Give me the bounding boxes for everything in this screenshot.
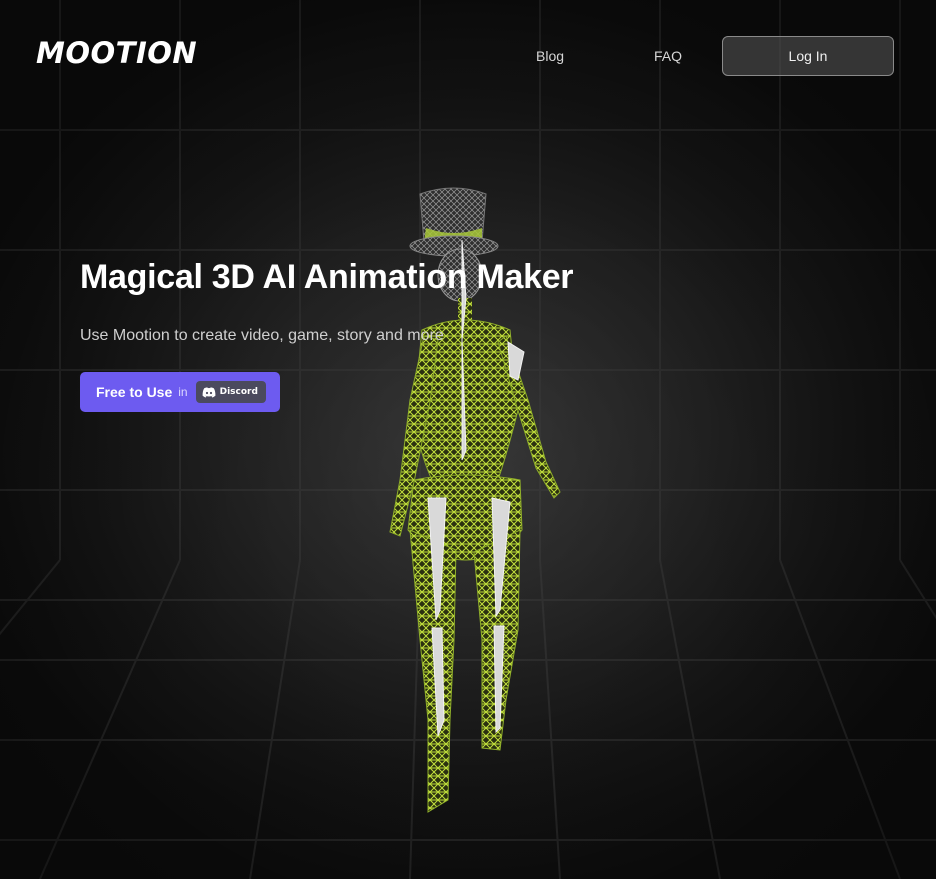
discord-label: Discord (219, 387, 258, 397)
discord-badge: Discord (195, 381, 266, 403)
top-nav: MOOTION Blog FAQ Log In (0, 0, 936, 112)
login-button[interactable]: Log In (722, 36, 894, 76)
hero-subtitle: Use Mootion to create video, game, story… (80, 327, 444, 344)
brand-logo[interactable]: MOOTION (36, 36, 197, 70)
discord-icon (202, 386, 216, 397)
cta-in-label: in (178, 385, 188, 399)
cta-label: Free to Use (96, 384, 173, 400)
free-to-use-button[interactable]: Free to Use in Discord (80, 372, 280, 412)
hero-title: Magical 3D AI Animation Maker (80, 258, 574, 296)
nav-link-blog[interactable]: Blog (536, 48, 564, 64)
nav-link-faq[interactable]: FAQ (654, 48, 682, 64)
hero-background: MOOTION Blog FAQ Log In Magical 3D AI An… (0, 0, 936, 879)
